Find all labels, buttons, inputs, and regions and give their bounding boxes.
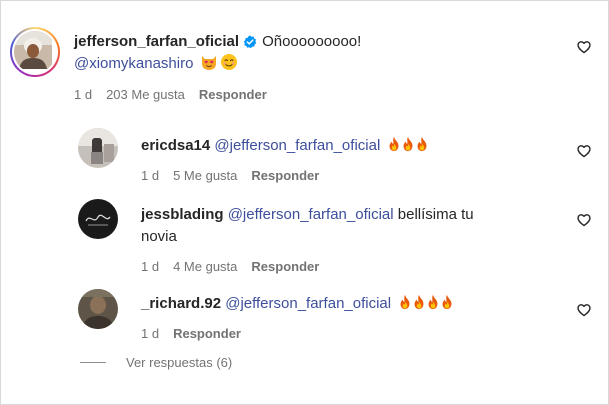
replies-divider <box>80 362 106 363</box>
comment-line: jefferson_farfan_oficial Oñooooooooo! <box>74 31 361 55</box>
comment-time: 1 d <box>141 259 160 274</box>
avatar[interactable] <box>78 128 118 168</box>
smiling-face-emoji-icon <box>220 53 238 77</box>
comment-meta: 1 d 5 Me gusta Responder <box>141 168 333 184</box>
like-count[interactable]: 203 Me gusta <box>106 87 185 102</box>
mention-link[interactable]: @jefferson_farfan_oficial <box>214 137 380 154</box>
like-heart-icon[interactable] <box>577 213 591 227</box>
mention-link[interactable]: @jefferson_farfan_oficial <box>225 295 391 312</box>
fire-emoji-icon <box>384 136 430 154</box>
reply-button[interactable]: Responder <box>173 326 241 341</box>
username-link[interactable]: jessblading <box>141 206 224 223</box>
reply-button[interactable]: Responder <box>251 168 319 183</box>
comment-line: jessblading @jefferson_farfan_oficial be… <box>141 204 474 225</box>
comment-line: ericdsa14 @jefferson_farfan_oficial <box>141 135 430 156</box>
comment-line-2: @xiomykanashiro <box>74 53 238 77</box>
comment-line: _richard.92 @jefferson_farfan_oficial <box>141 293 455 314</box>
story-ring[interactable] <box>10 27 60 77</box>
username-link[interactable]: _richard.92 <box>141 295 221 312</box>
comment-time: 1 d <box>74 87 93 102</box>
comment-meta: 1 d Responder <box>141 326 255 342</box>
avatar[interactable] <box>78 289 118 329</box>
reply-button[interactable]: Responder <box>199 87 267 102</box>
username-link[interactable]: jefferson_farfan_oficial <box>74 33 239 50</box>
mention-link[interactable]: @jefferson_farfan_oficial <box>228 206 394 223</box>
avatar[interactable] <box>78 199 118 239</box>
comment-time: 1 d <box>141 168 160 183</box>
comment-line-2: novia <box>141 226 177 247</box>
avatar <box>14 31 56 73</box>
comment-text-continued: novia <box>141 228 177 245</box>
comment-time: 1 d <box>141 326 160 341</box>
reply-button[interactable]: Responder <box>251 259 319 274</box>
view-replies-button[interactable]: Ver respuestas (6) <box>80 355 232 370</box>
like-heart-icon[interactable] <box>577 303 591 317</box>
comment-meta: 1 d 203 Me gusta Responder <box>74 87 281 103</box>
comment-text: bellísima tu <box>397 206 474 223</box>
username-link[interactable]: ericdsa14 <box>141 137 210 154</box>
fire-emoji-icon <box>395 294 455 312</box>
like-count[interactable]: 5 Me gusta <box>173 168 237 183</box>
mention-link[interactable]: @xiomykanashiro <box>74 55 193 72</box>
comment-text: Oñooooooooo! <box>262 33 362 50</box>
verified-badge-icon <box>243 34 257 55</box>
heart-eyes-cat-emoji-icon <box>200 53 218 77</box>
like-heart-icon[interactable] <box>577 144 591 158</box>
like-heart-icon[interactable] <box>577 40 591 54</box>
like-count[interactable]: 4 Me gusta <box>173 259 237 274</box>
view-replies-label: Ver respuestas (6) <box>126 355 233 370</box>
comment-meta: 1 d 4 Me gusta Responder <box>141 259 333 275</box>
